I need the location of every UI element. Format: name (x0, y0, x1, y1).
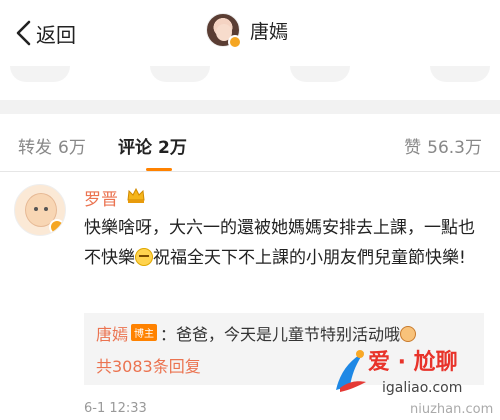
tab-like-count: 56.3万 (427, 138, 482, 158)
tab-repost[interactable]: 转发 6万 (18, 133, 86, 158)
tab-like[interactable]: 赞 56.3万 (404, 133, 482, 158)
watermark-url: igaliao.com (382, 380, 463, 396)
top-navbar: 返回 唐嫣 (0, 0, 500, 66)
ghost-shape (430, 66, 490, 82)
emoji-icon (135, 248, 153, 266)
reply-author[interactable]: 唐嫣 (96, 325, 128, 344)
faded-toolbar (0, 66, 500, 100)
tab-comment[interactable]: 评论 2万 (118, 133, 187, 158)
nav-user[interactable]: 唐嫣 (206, 13, 289, 49)
more-replies-link[interactable]: 共3083条回复 (96, 353, 201, 377)
ghost-shape (10, 66, 70, 82)
comment-avatar[interactable] (14, 184, 66, 236)
watermark: 爱 · 尬聊 igaliao.com niuzhan.com (330, 334, 500, 420)
comment-author[interactable]: 罗晋 (84, 185, 118, 210)
ghost-shape (290, 66, 350, 82)
tab-repost-label: 转发 (18, 138, 52, 158)
tab-comment-count: 2万 (158, 138, 187, 158)
active-tab-indicator (146, 168, 172, 171)
tab-like-label: 赞 (404, 138, 422, 158)
verified-badge-icon (49, 219, 65, 235)
watermark-logo-icon (336, 350, 366, 392)
tab-repost-count: 6万 (58, 138, 86, 158)
tab-comment-label: 评论 (118, 138, 152, 158)
page-title: 唐嫣 (250, 20, 289, 43)
avatar-eye (34, 207, 38, 211)
ghost-shape (150, 66, 210, 82)
watermark-brand: 爱 · 尬聊 (368, 350, 458, 375)
watermark-url-secondary: niuzhan.com (410, 402, 494, 417)
section-divider (0, 100, 500, 114)
author-tag-badge: 博主 (131, 324, 158, 341)
comment-text: 快樂啥呀，大六一的還被她媽媽安排去上課，一點也不快樂 祝福全天下不上課的小朋友們兒… (84, 213, 484, 273)
avatar[interactable] (206, 13, 242, 49)
comment-timestamp: 6-1 12:33 (84, 401, 147, 416)
avatar-eye (44, 207, 48, 211)
tab-bar: 转发 6万 评论 2万 赞 56.3万 (0, 114, 500, 172)
crown-icon (127, 187, 145, 203)
verified-badge-icon (228, 35, 242, 49)
comment-text-part2: 祝福全天下不上課的小朋友們兒童節快樂! (153, 248, 466, 268)
back-button[interactable]: 返回 (14, 16, 76, 50)
chevron-left-icon (16, 20, 31, 46)
back-label: 返回 (36, 22, 76, 47)
